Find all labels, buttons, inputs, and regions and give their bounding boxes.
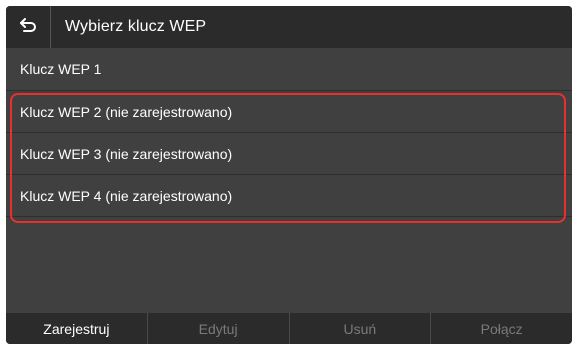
wep-key-screen: Wybierz klucz WEP Klucz WEP 1 Klucz WEP …	[6, 6, 572, 344]
list-item-label: Klucz WEP 3 (nie zarejestrowano)	[20, 145, 233, 162]
register-button[interactable]: Zarejestruj	[6, 313, 148, 344]
list-item-wep-key-4[interactable]: Klucz WEP 4 (nie zarejestrowano)	[6, 175, 572, 217]
back-button[interactable]	[6, 6, 51, 48]
footer-bar: Zarejestruj Edytuj Usuń Połącz	[6, 313, 572, 344]
edit-button[interactable]: Edytuj	[148, 313, 290, 344]
back-arrow-icon	[19, 17, 37, 37]
connect-button[interactable]: Połącz	[431, 313, 572, 344]
list-item-label: Klucz WEP 4 (nie zarejestrowano)	[20, 187, 233, 204]
list-item-wep-key-3[interactable]: Klucz WEP 3 (nie zarejestrowano)	[6, 133, 572, 175]
list-item-wep-key-1[interactable]: Klucz WEP 1	[6, 48, 572, 91]
wep-key-list: Klucz WEP 1 Klucz WEP 2 (nie zarejestrow…	[6, 48, 572, 217]
delete-button[interactable]: Usuń	[290, 313, 432, 344]
page-title: Wybierz klucz WEP	[65, 18, 207, 35]
list-item-label: Klucz WEP 1	[20, 61, 102, 77]
header-bar: Wybierz klucz WEP	[6, 6, 572, 48]
list-item-wep-key-2[interactable]: Klucz WEP 2 (nie zarejestrowano)	[6, 91, 572, 133]
list-item-label: Klucz WEP 2 (nie zarejestrowano)	[20, 103, 233, 120]
